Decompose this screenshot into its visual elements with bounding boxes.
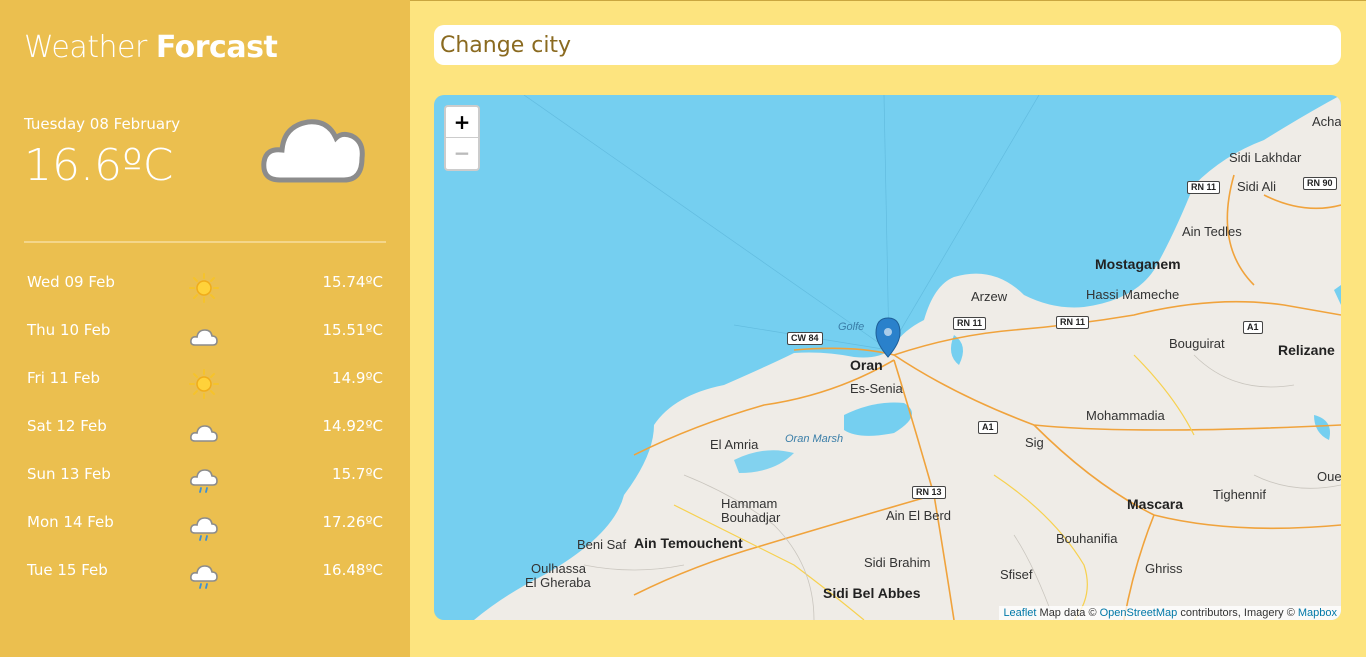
forecast-day: Mon 14 Feb xyxy=(27,513,114,531)
forecast-day: Sat 12 Feb xyxy=(27,417,107,435)
road-shield-a1: A1 xyxy=(978,421,998,434)
map-label-relizane: Relizane xyxy=(1278,342,1335,358)
map-label-es-senia: Es-Senia xyxy=(850,381,903,396)
map-label-oran: Oran xyxy=(850,357,883,373)
map-label-ghriss: Ghriss xyxy=(1145,561,1183,576)
map-label-sidi-lakhdar: Sidi Lakhdar xyxy=(1229,150,1302,165)
map-label-hammam: Hammam xyxy=(721,496,778,511)
forecast-temperature: 14.9ºC xyxy=(332,369,383,387)
map-label-bouguirat: Bouguirat xyxy=(1169,336,1225,351)
map-label-el-amria: El Amria xyxy=(710,437,759,452)
cloud-icon xyxy=(258,108,368,192)
rain-cloud-icon xyxy=(187,463,221,501)
map-label-ain-temouchent: Ain Temouchent xyxy=(634,535,743,551)
forecast-row: Wed 09 Feb 15.74ºC xyxy=(27,273,383,313)
map-label-sfisef: Sfisef xyxy=(1000,567,1033,582)
forecast-row: Mon 14 Feb 17.26ºC xyxy=(27,513,383,553)
forecast-temperature: 15.74ºC xyxy=(322,273,383,291)
map-label-oulhassa: Oulhassa xyxy=(531,561,586,576)
road-shield-rn11: RN 11 xyxy=(1187,181,1221,194)
current-date: Tuesday 08 February xyxy=(24,115,181,133)
sun-icon xyxy=(187,367,221,405)
road-shield-cw84: CW 84 xyxy=(787,332,823,345)
cloud-icon xyxy=(187,319,221,357)
map[interactable]: Achac Sidi Lakhdar Sidi Ali Ain Tedles M… xyxy=(434,95,1341,620)
forecast-day: Tue 15 Feb xyxy=(27,561,108,579)
cloud-icon xyxy=(187,415,221,453)
forecast-temperature: 16.48ºC xyxy=(322,561,383,579)
map-label-oran-marsh: Oran Marsh xyxy=(785,433,844,445)
attribution-text: contributors, Imagery © xyxy=(1177,607,1298,619)
map-label-ain-tedles: Ain Tedles xyxy=(1182,224,1242,239)
forecast-temperature: 14.92ºC xyxy=(322,417,383,435)
openstreetmap-link[interactable]: OpenStreetMap xyxy=(1100,607,1178,619)
map-attribution: Leaflet Map data © OpenStreetMap contrib… xyxy=(999,606,1341,620)
zoom-out-button[interactable]: − xyxy=(446,137,478,168)
map-label-bouhadjar: Bouhadjar xyxy=(721,510,781,525)
forecast-temperature: 15.7ºC xyxy=(332,465,383,483)
rain-cloud-icon xyxy=(187,559,221,597)
zoom-control: + − xyxy=(444,105,480,171)
leaflet-link[interactable]: Leaflet xyxy=(1003,607,1036,619)
app-title: Weather Forcast xyxy=(24,30,278,65)
map-tiles xyxy=(474,95,1341,620)
map-label-arzew: Arzew xyxy=(971,289,1008,304)
map-label-sidi-brahim: Sidi Brahim xyxy=(864,555,931,570)
city-search-input[interactable] xyxy=(434,25,1326,65)
map-label-tighennif: Tighennif xyxy=(1213,487,1266,502)
road-shield-rn13: RN 13 xyxy=(912,486,946,499)
map-label-oued: Oued xyxy=(1317,469,1341,484)
forecast-row: Fri 11 Feb 14.9ºC xyxy=(27,369,383,409)
forecast-day: Sun 13 Feb xyxy=(27,465,111,483)
forecast-day: Thu 10 Feb xyxy=(27,321,111,339)
mapbox-link[interactable]: Mapbox xyxy=(1298,607,1337,619)
forecast-row: Tue 15 Feb 16.48ºC xyxy=(27,561,383,601)
map-label-bouhanifia: Bouhanifia xyxy=(1056,531,1118,546)
map-label-sidi-bel-abbes: Sidi Bel Abbes xyxy=(823,585,921,601)
map-label-achac: Achac xyxy=(1312,114,1341,129)
attribution-text: Map data © xyxy=(1036,607,1100,619)
city-search[interactable] xyxy=(434,25,1341,65)
forecast-temperature: 17.26ºC xyxy=(322,513,383,531)
sun-icon xyxy=(187,271,221,309)
zoom-in-button[interactable]: + xyxy=(446,107,478,137)
current-temperature: 16.6ºC xyxy=(24,140,174,191)
map-label-ain-el-berd: Ain El Berd xyxy=(886,508,952,523)
road-shield-a1: A1 xyxy=(1243,321,1263,334)
map-label-golfe: Golfe xyxy=(838,321,865,333)
sidebar: Weather Forcast Tuesday 08 February 16.6… xyxy=(0,0,410,657)
map-label-sidi-ali: Sidi Ali xyxy=(1237,179,1277,194)
rain-cloud-icon xyxy=(187,511,221,549)
sidebar-divider xyxy=(24,241,386,243)
app-title-bold: Forcast xyxy=(155,30,278,65)
map-label-mostaganem: Mostaganem xyxy=(1095,256,1181,272)
map-label-sig: Sig xyxy=(1025,435,1044,450)
forecast-temperature: 15.51ºC xyxy=(322,321,383,339)
road-shield-rn11: RN 11 xyxy=(953,317,987,330)
road-shield-rn90: RN 90 xyxy=(1303,177,1337,190)
map-label-mohammadia: Mohammadia xyxy=(1086,408,1165,423)
map-label-beni-saf: Beni Saf xyxy=(577,537,627,552)
forecast-row: Sun 13 Feb 15.7ºC xyxy=(27,465,383,505)
map-label-hassi-mameche: Hassi Mameche xyxy=(1086,287,1180,302)
road-shield-rn11: RN 11 xyxy=(1056,316,1090,329)
forecast-row: Thu 10 Feb 15.51ºC xyxy=(27,321,383,361)
forecast-day: Fri 11 Feb xyxy=(27,369,101,387)
forecast-day: Wed 09 Feb xyxy=(27,273,115,291)
forecast-row: Sat 12 Feb 14.92ºC xyxy=(27,417,383,457)
app-title-light: Weather xyxy=(24,30,147,65)
map-label-mascara: Mascara xyxy=(1127,496,1184,512)
map-label-el-gheraba: El Gheraba xyxy=(525,575,591,590)
